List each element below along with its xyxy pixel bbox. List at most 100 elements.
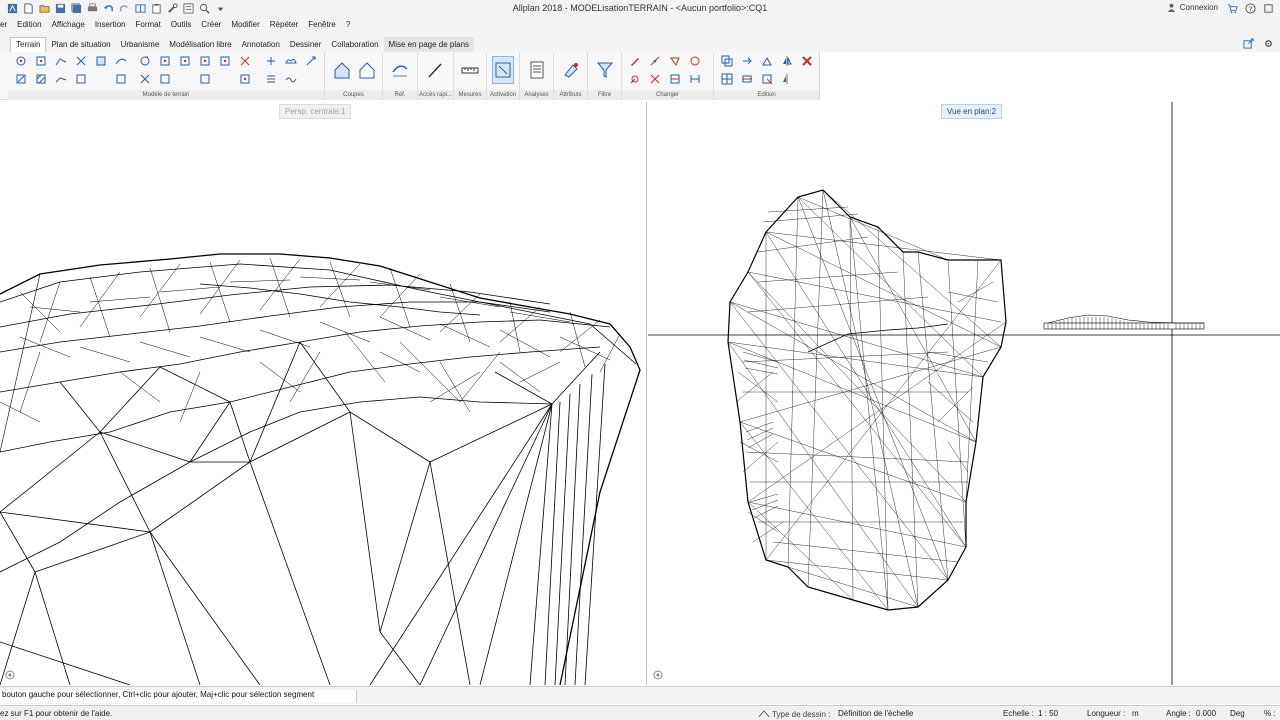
terrain-hatch-icon[interactable] [34, 72, 48, 86]
export-icon[interactable] [1242, 37, 1254, 49]
tab-dessiner[interactable]: Dessiner [285, 37, 327, 52]
edit-mirror2-icon[interactable] [780, 72, 794, 86]
tab-modelisation-libre[interactable]: Modélisation libre [164, 37, 236, 52]
help-icon[interactable]: ? [1244, 2, 1256, 14]
group-label-acces-rapide: Accès rapi... [418, 90, 453, 100]
drawing-type-field[interactable]: Type de dessin : [758, 709, 830, 719]
terrain-clip-icon[interactable] [218, 54, 232, 68]
edit-scale-icon[interactable] [760, 72, 774, 86]
measure-ruler-icon[interactable] [459, 56, 481, 84]
viewport-right-label[interactable]: Vue en plan:2 [941, 104, 1003, 119]
viewport-left-label[interactable]: Persp. centrale:1 [279, 104, 352, 119]
group-label-attributs: Attributs [554, 90, 587, 100]
ribbon-settings-icon[interactable] [1262, 37, 1274, 49]
terrain-move-icon[interactable] [264, 54, 278, 68]
terrain-arrow-icon[interactable] [304, 54, 318, 68]
menu-help[interactable]: ? [341, 17, 355, 34]
menu-file[interactable]: er [0, 17, 12, 34]
menu-outils[interactable]: Outils [166, 17, 196, 34]
terrain-slope-icon[interactable] [54, 54, 68, 68]
group-label-coupes: Coupes [325, 90, 382, 100]
tab-annotation[interactable]: Annotation [237, 37, 285, 52]
group-label-edition: Edition [714, 90, 819, 100]
change-knot-icon[interactable] [688, 54, 702, 68]
terrain-box5-icon[interactable] [238, 72, 252, 86]
change-pencil-icon[interactable] [628, 54, 642, 68]
analyses-list-icon[interactable] [526, 56, 548, 84]
terrain-select-icon[interactable] [158, 54, 172, 68]
terrain-rotate-icon[interactable] [138, 54, 152, 68]
length-value[interactable]: m [1132, 709, 1139, 718]
tab-mise-en-page-de-plans[interactable]: Mise en page de plans [383, 37, 475, 52]
status-bar: ez sur F1 pour obtenir de l'aide. Type d… [0, 705, 1280, 720]
terrain-wave-icon[interactable] [284, 72, 298, 86]
angle-unit[interactable]: Deg [1230, 709, 1245, 718]
edit-mirror-icon[interactable] [780, 54, 794, 68]
quick-line-icon[interactable] [424, 56, 446, 84]
drawing-type-value[interactable]: Définition de l'échelle [838, 709, 913, 718]
change-stretch-icon[interactable] [688, 72, 702, 86]
terrain-box4-icon[interactable] [198, 72, 212, 86]
activation-select-icon[interactable] [492, 56, 514, 84]
scale-label: Echelle : [1003, 709, 1034, 718]
terrain-mesh-icon[interactable] [94, 54, 108, 68]
terrain-curve-icon[interactable] [114, 54, 128, 68]
help-text: ez sur F1 pour obtenir de l'aide. [0, 709, 113, 718]
edit-copy-icon[interactable] [720, 54, 734, 68]
menu-repeter[interactable]: Répéter [265, 17, 303, 34]
change-points-icon[interactable] [628, 72, 642, 86]
edit-delete-icon[interactable] [800, 54, 814, 68]
terrain-line-icon[interactable] [54, 72, 68, 86]
ribbon-tab-bar: Terrain Plan de situation Urbanisme Modé… [0, 34, 1280, 52]
menu-format[interactable]: Format [131, 17, 166, 34]
tab-collaboration[interactable]: Collaboration [326, 37, 383, 52]
terrain-frame-icon[interactable] [198, 54, 212, 68]
change-poly-icon[interactable] [668, 54, 682, 68]
attributes-brush-icon[interactable] [560, 56, 582, 84]
group-mesures: Mesures [454, 52, 487, 100]
section-house2-icon[interactable] [356, 56, 378, 84]
terrain-cross-icon[interactable] [238, 54, 252, 68]
edit-stretch-icon[interactable] [740, 72, 754, 86]
edit-move-icon[interactable] [740, 54, 754, 68]
menu-affichage[interactable]: Affichage [47, 17, 90, 34]
terrain-grid-icon[interactable] [74, 54, 88, 68]
section-house-icon[interactable] [331, 56, 353, 84]
hint-text: bouton gauche pour sélectionner, Ctrl+cl… [0, 690, 357, 703]
terrain-scissors-icon[interactable] [138, 72, 152, 86]
tab-plan-de-situation[interactable]: Plan de situation [46, 37, 115, 52]
viewport-perspective[interactable]: Persp. centrale:1 [0, 102, 647, 685]
change-join-icon[interactable] [668, 72, 682, 86]
scale-value[interactable]: 1 : 50 [1038, 709, 1058, 718]
menu-insertion[interactable]: Insertion [90, 17, 131, 34]
terrain-box2-icon[interactable] [114, 72, 128, 86]
reference-icon[interactable] [389, 56, 411, 84]
terrain-list-icon[interactable] [264, 72, 278, 86]
viewport-left-settings-icon[interactable] [4, 669, 16, 681]
menu-creer[interactable]: Créer [196, 17, 226, 34]
change-line-icon[interactable] [648, 54, 662, 68]
cart-icon[interactable] [1226, 2, 1238, 14]
menu-fenetre[interactable]: Fenêtre [303, 17, 341, 34]
filter-funnel-icon[interactable] [594, 56, 616, 84]
viewport-plan[interactable]: Vue en plan:2 [648, 102, 1280, 685]
edit-rotate-icon[interactable] [760, 54, 774, 68]
change-cut-icon[interactable] [648, 72, 662, 86]
connexion-button[interactable]: Connexion [1167, 3, 1218, 12]
terrain-point-icon[interactable] [14, 54, 28, 68]
options-icon[interactable] [1262, 2, 1274, 14]
terrain-rect-icon[interactable] [34, 54, 48, 68]
terrain-cloud-icon[interactable] [284, 54, 298, 68]
terrain-edit-icon[interactable] [14, 72, 28, 86]
edit-grid-icon[interactable] [720, 72, 734, 86]
terrain-area-icon[interactable] [178, 54, 192, 68]
angle-value[interactable]: 0.000 [1196, 709, 1216, 718]
terrain-box3-icon[interactable] [158, 72, 172, 86]
group-label-filtre: Filtre [588, 90, 621, 100]
tab-terrain[interactable]: Terrain [10, 37, 47, 52]
menu-edition[interactable]: Edition [12, 17, 46, 34]
menu-modifier[interactable]: Modifier [226, 17, 264, 34]
terrain-box-icon[interactable] [74, 72, 88, 86]
viewport-right-settings-icon[interactable] [652, 669, 664, 681]
tab-urbanisme[interactable]: Urbanisme [116, 37, 165, 52]
